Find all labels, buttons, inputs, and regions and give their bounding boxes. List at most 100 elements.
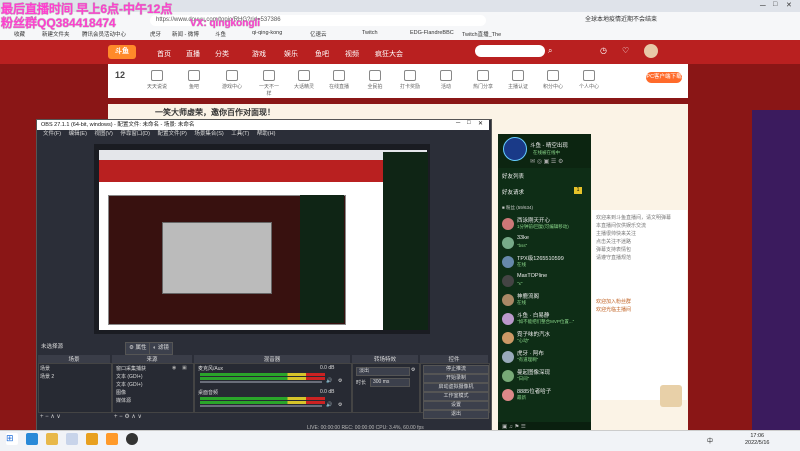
nav-event[interactable]: 疯狂大会 xyxy=(375,49,403,59)
user-avatar[interactable] xyxy=(502,351,514,363)
user-avatar[interactable] xyxy=(502,275,514,287)
transition-gear-icon[interactable]: ⚙ xyxy=(411,367,415,373)
nav-ent[interactable]: 娱乐 xyxy=(284,49,298,59)
history-icon[interactable]: ◷ xyxy=(600,46,607,55)
user-name[interactable]: 霓子味的汽水 xyxy=(517,330,550,338)
minimize-icon[interactable]: ─ xyxy=(760,1,766,10)
user-name[interactable]: 神鹿流阁 xyxy=(517,292,539,300)
eye-icon[interactable]: ◉ xyxy=(172,365,176,371)
nav-yuba[interactable]: 鱼吧 xyxy=(315,49,329,59)
gift-icon[interactable] xyxy=(660,385,682,407)
category-item[interactable]: 鱼吧 xyxy=(184,70,204,92)
user-name[interactable]: 8885位者哈子 xyxy=(517,387,551,395)
stop-streaming-button[interactable]: 停止推流 xyxy=(423,365,489,374)
speaker-icon[interactable]: 🔊 xyxy=(326,402,332,408)
user-avatar[interactable] xyxy=(644,44,658,58)
menu-scene-collection[interactable]: 场景集合(S) xyxy=(194,130,223,139)
bookmark-item[interactable]: qi-qing-kong xyxy=(252,30,282,36)
bookmark-item[interactable]: 新闻 - 微博 xyxy=(172,30,199,38)
exit-button[interactable]: 退出 xyxy=(423,410,489,419)
obs-taskbar-icon[interactable] xyxy=(126,433,138,445)
bookmark-item[interactable]: Twitch xyxy=(362,30,378,36)
source-item[interactable]: 媒体源 xyxy=(116,397,131,404)
site-search-input[interactable] xyxy=(475,45,545,57)
info-link[interactable]: 欢迎光临主播间 xyxy=(596,306,631,313)
promo-banner[interactable]: 一笑大师虚荣，邀你百作对面现！ xyxy=(155,107,275,118)
category-item[interactable]: 全民拍 xyxy=(365,70,385,92)
bookmark-item[interactable]: 新建文件夹 xyxy=(42,30,70,38)
close-icon[interactable]: ✕ xyxy=(786,1,792,9)
pc-client-button[interactable]: PC客户端下载 xyxy=(646,72,682,83)
properties-button[interactable]: ⚙ 属性 xyxy=(125,342,151,355)
menu-file[interactable]: 文件(F) xyxy=(43,130,61,139)
ime-indicator[interactable]: 中 xyxy=(707,436,713,445)
source-item[interactable]: 文本 (GDI+) xyxy=(116,381,143,388)
nav-video[interactable]: 视频 xyxy=(345,49,359,59)
category-item[interactable]: 个人中心 xyxy=(579,70,599,92)
start-recording-button[interactable]: 开始录制 xyxy=(423,374,489,383)
nav-home[interactable]: 首页 xyxy=(157,49,171,59)
scene-item[interactable]: 场景 2 xyxy=(40,373,54,380)
follow-icon[interactable]: ♡ xyxy=(622,46,629,55)
user-name[interactable]: 斗鱼 · 白易静 xyxy=(517,311,549,319)
filters-button[interactable]: ◐ 滤镜 xyxy=(149,342,173,355)
bookmark-item[interactable]: 虎牙 xyxy=(150,30,161,38)
category-item[interactable]: 一天不一样 xyxy=(259,70,279,97)
friend-requests[interactable]: 好友请求 xyxy=(502,188,524,196)
source-controls[interactable]: + − ⚙ ∧ ∨ xyxy=(114,413,142,420)
menu-help[interactable]: 帮助(H) xyxy=(257,130,276,139)
user-avatar[interactable] xyxy=(502,237,514,249)
bookmark-item[interactable]: 斗鱼 xyxy=(215,30,226,38)
file-explorer-icon[interactable] xyxy=(46,433,58,445)
menu-tools[interactable]: 工具(T) xyxy=(231,130,249,139)
friends-label[interactable]: 好友列表 xyxy=(502,172,524,180)
lock-icon[interactable]: ▣ xyxy=(182,365,187,371)
chat-toolbar-icons[interactable]: ✉ ◎ ▣ ☰ ⚙ xyxy=(530,158,563,165)
gear-icon[interactable]: ⚙ xyxy=(338,402,342,408)
user-name[interactable]: MaxTOPline xyxy=(517,273,547,279)
category-item[interactable]: 活动 xyxy=(436,70,456,92)
user-avatar[interactable] xyxy=(502,294,514,306)
bookmark-item[interactable]: Twitch直播_The xyxy=(462,30,501,38)
category-item[interactable]: 热门分享 xyxy=(473,70,493,92)
user-avatar[interactable] xyxy=(502,256,514,268)
volume-slider[interactable] xyxy=(200,381,322,383)
bookmark-item[interactable]: 亿速云 xyxy=(310,30,327,38)
group-label[interactable]: ■ 粉丝 (59/634) xyxy=(502,205,533,211)
menu-view[interactable]: 视图(V) xyxy=(94,130,112,139)
menu-docks[interactable]: 停靠窗口(D) xyxy=(120,130,150,139)
nav-game[interactable]: 游戏 xyxy=(252,49,266,59)
user-avatar[interactable] xyxy=(502,313,514,325)
menu-edit[interactable]: 编辑(E) xyxy=(69,130,87,139)
volume-slider[interactable] xyxy=(200,405,322,407)
user-avatar[interactable] xyxy=(502,218,514,230)
app-icon[interactable] xyxy=(66,433,78,445)
virtual-camera-button[interactable]: 启动虚拟摄像机 xyxy=(423,383,489,392)
settings-button[interactable]: 设置 xyxy=(423,401,489,410)
studio-mode-button[interactable]: 工作室模式 xyxy=(423,392,489,401)
duration-input[interactable]: 300 ms xyxy=(370,378,410,387)
user-name[interactable]: TPX级1265510599 xyxy=(517,254,564,262)
transition-select[interactable]: 淡出 xyxy=(356,367,410,376)
category-item[interactable]: 积分中心 xyxy=(543,70,563,92)
category-item[interactable]: 天天说说 xyxy=(147,70,167,92)
streamer-avatar[interactable] xyxy=(503,137,527,161)
source-item[interactable]: 文本 (GDI+) xyxy=(116,373,143,380)
obs-minimize-icon[interactable]: ─ xyxy=(456,120,460,126)
nav-category[interactable]: 分类 xyxy=(215,49,229,59)
scene-controls[interactable]: + − ∧ ∨ xyxy=(40,413,61,420)
obs-maximize-icon[interactable]: □ xyxy=(467,120,471,126)
menu-profile[interactable]: 配置文件(P) xyxy=(157,130,186,139)
browser-icon[interactable] xyxy=(86,433,98,445)
user-avatar[interactable] xyxy=(502,370,514,382)
maximize-icon[interactable]: □ xyxy=(773,1,777,8)
category-item[interactable]: 在线直播 xyxy=(329,70,349,92)
source-item[interactable]: 窗口采集捕获 xyxy=(116,365,146,372)
user-avatar[interactable] xyxy=(502,389,514,401)
category-item[interactable]: 主播认证 xyxy=(508,70,528,92)
gear-icon[interactable]: ⚙ xyxy=(338,378,342,384)
category-item[interactable]: 打卡奖励 xyxy=(400,70,420,92)
source-item[interactable]: 图像 xyxy=(116,389,126,396)
user-name[interactable]: 虎牙 · 阿布 xyxy=(517,349,544,357)
category-item[interactable]: 大话精灵 xyxy=(294,70,314,92)
